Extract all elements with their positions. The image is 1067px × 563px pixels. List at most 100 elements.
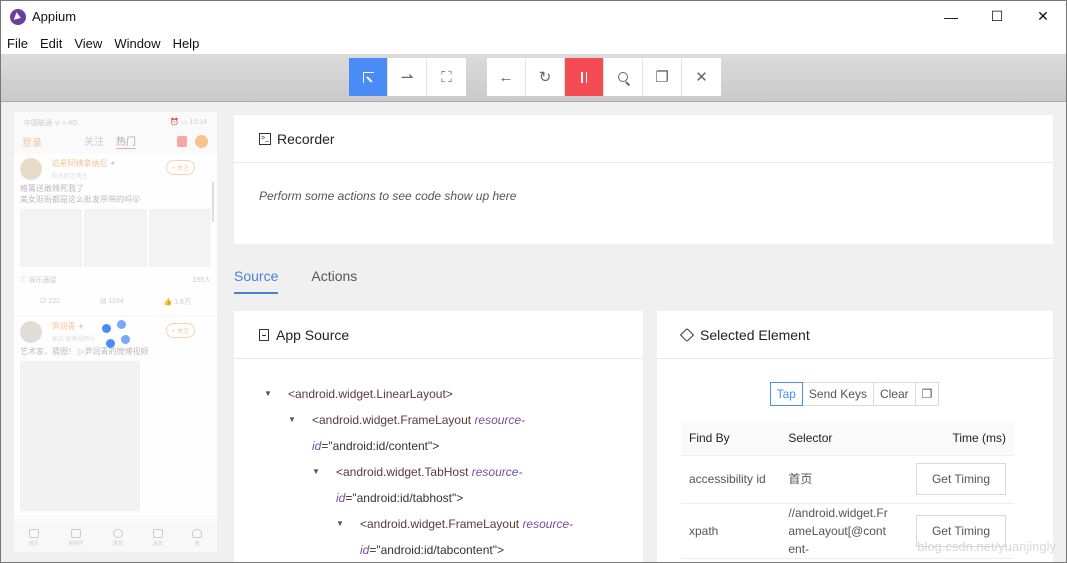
device-post-user: 追星阿姨拿纳尼 ✦ — [51, 159, 117, 168]
table-header-row: Find By Selector Time (ms) — [681, 421, 1014, 456]
device-post-sub: 知名综艺博主 — [51, 174, 88, 180]
device-bottom-nav: 首页 视频号 发现 消息 我 — [14, 524, 217, 552]
device-follow-button[interactable]: + 关注 — [165, 160, 195, 175]
device-nav-discover[interactable]: 发现 — [112, 529, 123, 547]
tap-button[interactable]: Tap — [769, 382, 803, 406]
window-title: Appium — [32, 9, 77, 24]
selector-cell[interactable]: //android.widget.FrameLayout[@content- — [780, 503, 901, 559]
video-icon — [70, 529, 81, 538]
device-post[interactable]: 追星阿姨拿纳尼 ✦ 知名综艺博主 + 关注 格篱送敢辣死我了 美女逛街都是这么批… — [14, 154, 217, 315]
element-actions: Tap Send Keys Clear ❐ — [657, 382, 1053, 406]
recorder-placeholder: Perform some actions to see code show up… — [259, 189, 517, 203]
device-screenshot[interactable]: 中国联通 ᯤ ≈ 4G ⏰ ▭ 15:14 登录 关注 热门 追星阿姨拿纳尼 ✦… — [14, 112, 217, 552]
device-post-views: 199人 — [192, 277, 211, 284]
tab-actions[interactable]: Actions — [311, 262, 357, 294]
selected-element-panel: Selected Element Tap Send Keys Clear ❐ F… — [657, 311, 1053, 562]
app-source-header: App Source — [234, 311, 643, 359]
find-by-cell: accessibility id — [681, 455, 781, 504]
device-nav-home[interactable]: 首页 — [28, 529, 39, 547]
tree-node[interactable]: ▼ <android.widget.LinearLayout> — [264, 381, 643, 407]
device-comment-count[interactable]: ▤ 1194 — [100, 297, 124, 307]
clear-button[interactable]: Clear — [872, 382, 916, 406]
device-post-text: 格篱送敢辣死我了 — [20, 184, 84, 193]
swipe-by-coordinates-button[interactable]: ⇀ — [388, 58, 427, 96]
select-elements-button[interactable] — [349, 58, 388, 96]
device-post-source: ⓘ 娱乐圈星 — [20, 277, 57, 284]
back-button[interactable]: ← — [487, 58, 526, 96]
column-find-by: Find By — [681, 421, 781, 456]
quit-session-button[interactable]: ✕ — [682, 58, 721, 96]
inspector-tabs: Source Actions — [234, 262, 390, 294]
file-icon — [259, 328, 269, 341]
menu-edit[interactable]: Edit — [40, 36, 62, 51]
tab-source[interactable]: Source — [234, 262, 279, 294]
device-repost-count[interactable]: ☑ 222 — [40, 297, 60, 307]
select-cursor-icon — [362, 71, 374, 83]
terminal-icon: >_ — [259, 132, 271, 145]
loading-spinner-icon — [102, 320, 138, 356]
device-tab-hot[interactable]: 热门 — [116, 133, 136, 149]
minimize-button[interactable]: — — [928, 1, 974, 32]
copy-xml-button[interactable]: ❐ — [643, 58, 682, 96]
search-button[interactable] — [604, 58, 643, 96]
device-nav-me[interactable]: 我 — [192, 529, 203, 547]
swipe-icon: ⇀ — [400, 69, 414, 86]
device-image-grid — [20, 209, 211, 267]
tap-by-coordinates-button[interactable]: ⛶ — [427, 58, 466, 96]
device-add-icon[interactable] — [195, 134, 208, 148]
device-status-right: ⏰ ▭ 15:14 — [170, 119, 207, 126]
device-video-thumbnail — [20, 361, 140, 511]
mail-icon — [152, 529, 163, 538]
maximize-button[interactable]: ☐ — [974, 1, 1020, 32]
menu-help[interactable]: Help — [173, 36, 200, 51]
table-row: accessibility id 首页 Get Timing — [681, 455, 1014, 504]
pause-recording-button[interactable] — [565, 58, 604, 96]
caret-down-icon[interactable]: ▼ — [312, 459, 320, 485]
tree-node[interactable]: ▼ <android.widget.TabHost resource-id="a… — [264, 459, 643, 511]
crosshair-frame-icon: ⛶ — [441, 68, 452, 86]
tree-node[interactable]: ▼ <android.widget.FrameLayout resource-i… — [264, 511, 643, 562]
main-area: 中国联通 ᯤ ≈ 4G ⏰ ▭ 15:14 登录 关注 热门 追星阿姨拿纳尼 ✦… — [1, 102, 1066, 562]
home-icon — [28, 529, 39, 538]
arrow-left-icon: ← — [498, 68, 514, 86]
device-post-text: 美女逛街都是这么批发吊带的吗😮 — [20, 195, 141, 204]
tag-icon — [679, 327, 695, 342]
device-image — [148, 209, 211, 267]
caret-down-icon[interactable]: ▼ — [288, 407, 296, 433]
watermark: blog.csdn.net/yuanjingly — [917, 539, 1056, 554]
device-tab-follow[interactable]: 关注 — [84, 133, 104, 149]
device-nav-video[interactable]: 视频号 — [68, 529, 83, 547]
source-tree: ▼ <android.widget.LinearLayout> ▼ <andro… — [234, 359, 643, 562]
device-post-stats: ☑ 222 ▤ 1194 👍 1.6万 — [20, 297, 211, 311]
device-login[interactable]: 登录 — [22, 134, 42, 149]
action-button-group: ← ↻ ❐ ✕ — [487, 58, 721, 96]
title-bar: Appium — ☐ ✕ — [1, 1, 1066, 32]
search-icon — [618, 72, 631, 86]
column-selector: Selector — [780, 421, 901, 456]
close-window-button[interactable]: ✕ — [1020, 1, 1066, 32]
device-follow-button[interactable]: + 关注 — [165, 323, 195, 338]
inspector-toolbar: ⇀ ⛶ ← ↻ ❐ ✕ — [1, 54, 1066, 102]
get-timing-button[interactable]: Get Timing — [915, 463, 1006, 495]
device-redpacket-icon[interactable] — [177, 135, 187, 147]
tree-node[interactable]: ▼ <android.widget.FrameLayout resource-i… — [264, 407, 643, 459]
device-like-count[interactable]: 👍 1.6万 — [164, 297, 191, 307]
selected-element-header: Selected Element — [657, 311, 1053, 359]
close-icon: ✕ — [695, 69, 708, 86]
refresh-button[interactable]: ↻ — [526, 58, 565, 96]
recorder-title: Recorder — [277, 130, 335, 147]
menu-window[interactable]: Window — [114, 36, 160, 51]
send-keys-button[interactable]: Send Keys — [801, 382, 874, 406]
caret-down-icon[interactable]: ▼ — [264, 381, 272, 407]
menu-file[interactable]: File — [7, 36, 28, 51]
selector-cell[interactable]: 首页 — [780, 455, 901, 504]
menu-view[interactable]: View — [74, 36, 102, 51]
column-time: Time (ms) — [900, 421, 1014, 456]
device-top-nav: 登录 关注 热门 — [14, 130, 217, 152]
recorder-header: >_ Recorder — [234, 115, 1053, 163]
copy-attributes-button[interactable]: ❐ — [914, 382, 940, 406]
device-nav-messages[interactable]: 消息 — [152, 529, 163, 547]
device-avatar — [20, 158, 42, 180]
caret-down-icon[interactable]: ▼ — [336, 511, 344, 537]
appium-logo-icon — [10, 8, 26, 25]
